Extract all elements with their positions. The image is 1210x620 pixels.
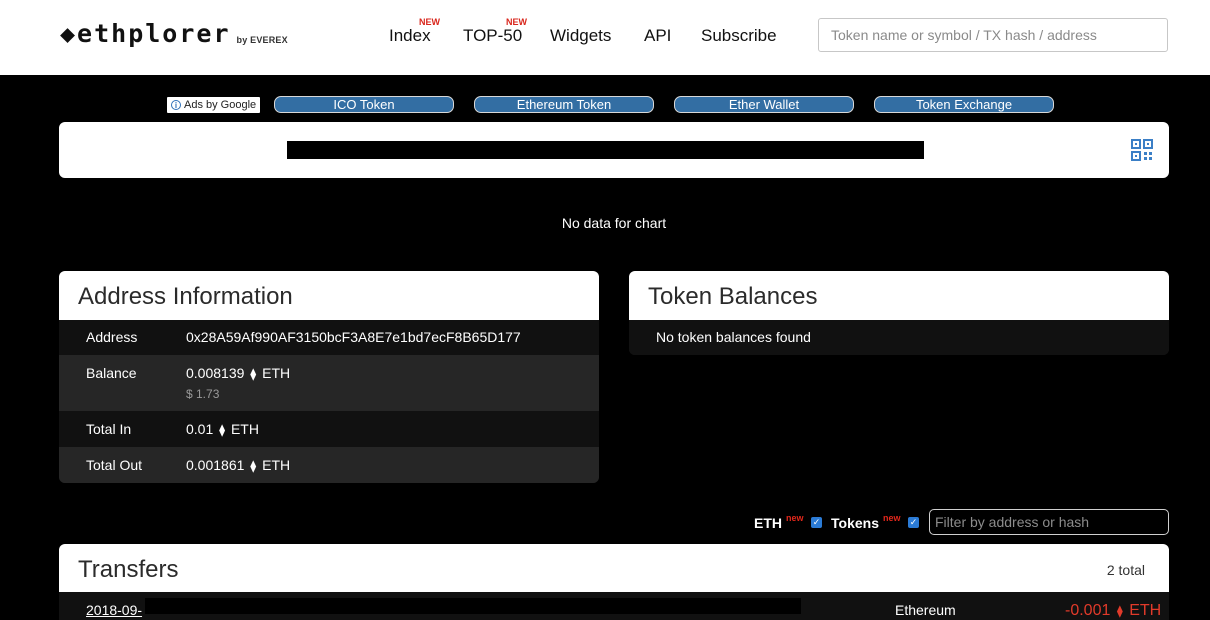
- total-in-value: 0.01 ⧫ ETH: [186, 421, 259, 437]
- nav-index[interactable]: Index: [389, 26, 431, 46]
- address-value[interactable]: 0x28A59Af990AF3150bcF3A8E7e1bd7ecF8B65D1…: [186, 329, 521, 345]
- tokens-filter-label: Tokens: [831, 515, 879, 531]
- token-balances-empty-row: No token balances found: [629, 320, 1169, 355]
- tokens-filter-checkbox[interactable]: ✓: [908, 517, 919, 528]
- table-row: 2018-09- Ethereum -0.001 ⧫ ETH: [59, 592, 1169, 620]
- transfer-amount: -0.001 ⧫ ETH: [1065, 602, 1161, 620]
- ads-by-google-text: Ads by Google: [184, 99, 257, 111]
- nav-widgets[interactable]: Widgets: [550, 26, 611, 46]
- total-in-label: Total In: [86, 421, 132, 437]
- nav-api[interactable]: API: [644, 26, 671, 46]
- balance-usd: $ 1.73: [186, 387, 220, 401]
- address-label: Address: [86, 329, 138, 345]
- ads-by-google-label[interactable]: i Ads by Google: [167, 97, 261, 113]
- total-out-label: Total Out: [86, 457, 143, 473]
- info-row-total-in: Total In 0.01 ⧫ ETH: [59, 411, 599, 447]
- total-in-unit: ETH: [230, 421, 259, 437]
- balance-value: 0.008139 ⧫ ETH: [186, 365, 290, 381]
- transfer-amount-unit: ETH: [1129, 602, 1162, 619]
- info-row-balance: Balance 0.008139 ⧫ ETH $ 1.73: [59, 355, 599, 411]
- token-balances-panel: Token Balances No token balances found: [629, 271, 1169, 355]
- redacted-transfer-details: [145, 598, 801, 614]
- top-header: ◆ethplorer by EVEREX NEW Index NEW TOP-5…: [0, 0, 1210, 75]
- ethplorer-logo[interactable]: ◆ethplorer by EVEREX: [60, 20, 288, 48]
- qr-code-icon[interactable]: [1131, 139, 1153, 161]
- transfers-panel: Transfers 2 total 2018-09- Ethereum -0.0…: [59, 544, 1169, 620]
- balance-label: Balance: [86, 365, 137, 381]
- info-row-total-out: Total Out 0.001861 ⧫ ETH: [59, 447, 599, 483]
- ethereum-icon: ⧫: [250, 459, 257, 473]
- eth-filter-checkbox[interactable]: ✓: [811, 517, 822, 528]
- total-in-amount: 0.01: [186, 421, 214, 437]
- tokens-filter-new-badge: new: [883, 513, 901, 523]
- info-icon: i: [171, 100, 181, 110]
- nav-top50[interactable]: TOP-50: [463, 26, 522, 46]
- search-input[interactable]: [818, 18, 1168, 52]
- total-out-value: 0.001861 ⧫ ETH: [186, 457, 290, 473]
- balance-unit: ETH: [262, 365, 291, 381]
- no-token-balances-message: No token balances found: [656, 329, 811, 345]
- balance-amount: 0.008139: [186, 365, 245, 381]
- no-chart-data-message: No data for chart: [561, 215, 667, 231]
- total-out-unit: ETH: [262, 457, 291, 473]
- ad-button-ether-wallet[interactable]: Ether Wallet: [674, 96, 854, 113]
- token-balances-title: Token Balances: [629, 271, 1169, 320]
- ad-button-ico-token[interactable]: ICO Token: [274, 96, 454, 113]
- logo-text: ◆ethplorer: [60, 19, 231, 48]
- ethereum-icon: ⧫: [1116, 604, 1123, 618]
- ad-button-ethereum-token[interactable]: Ethereum Token: [474, 96, 654, 113]
- transfer-date-link[interactable]: 2018-09-: [86, 602, 142, 618]
- logo-by-everex: by EVEREX: [236, 35, 288, 45]
- filter-input[interactable]: [929, 509, 1169, 535]
- transfers-title: Transfers: [78, 556, 179, 583]
- eth-filter-new-badge: new: [786, 513, 804, 523]
- transfer-token: Ethereum: [895, 602, 956, 618]
- total-out-amount: 0.001861: [186, 457, 245, 473]
- ad-button-token-exchange[interactable]: Token Exchange: [874, 96, 1054, 113]
- transfers-total-count: 2 total: [1106, 562, 1145, 578]
- ethereum-icon: ⧫: [250, 367, 257, 381]
- transfers-header: Transfers 2 total: [59, 544, 1169, 592]
- transfer-amount-value: -0.001: [1065, 602, 1111, 619]
- info-row-address: Address 0x28A59Af990AF3150bcF3A8E7e1bd7e…: [59, 320, 599, 355]
- address-information-title: Address Information: [59, 271, 599, 320]
- redacted-address-heading: [287, 141, 924, 159]
- nav-subscribe[interactable]: Subscribe: [701, 26, 777, 46]
- eth-filter-label: ETH: [754, 515, 782, 531]
- address-information-panel: Address Information Address 0x28A59Af990…: [59, 271, 599, 483]
- ethereum-icon: ⧫: [219, 423, 226, 437]
